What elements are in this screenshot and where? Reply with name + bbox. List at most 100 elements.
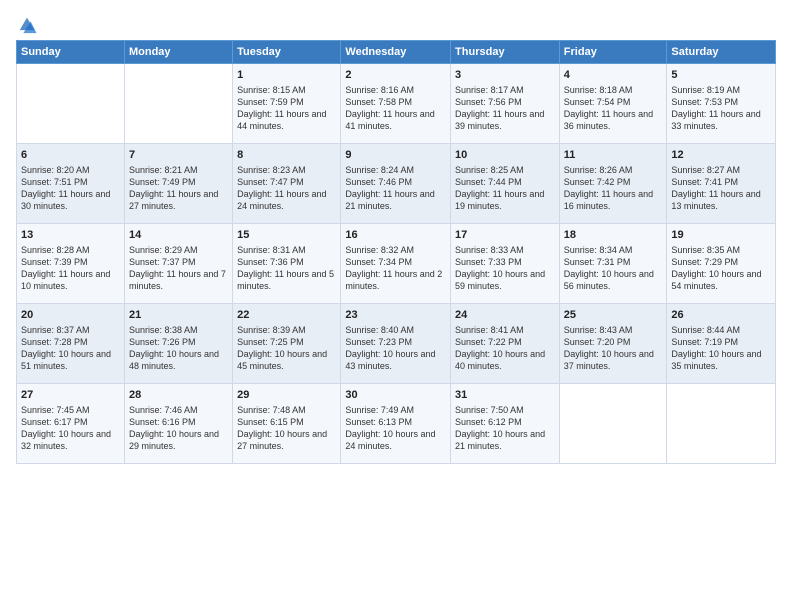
calendar-cell: 12 Sunrise: 8:27 AMSunset: 7:41 PMDayligh… (667, 144, 776, 224)
calendar-cell: 11 Sunrise: 8:26 AMSunset: 7:42 PMDayligh… (559, 144, 667, 224)
calendar-cell: 7Sunrise: 8:21 AMSunset: 7:49 PMDaylight… (124, 144, 232, 224)
week-row-2: 6 Sunrise: 8:20 AMSunset: 7:51 PMDaylight… (17, 144, 776, 224)
day-content: Sunrise: 8:40 AMSunset: 7:23 PMDaylight:… (345, 325, 435, 371)
calendar-cell: 9 Sunrise: 8:24 AMSunset: 7:46 PMDaylight… (341, 144, 451, 224)
calendar-cell: 20 Sunrise: 8:37 AMSunset: 7:28 PMDayligh… (17, 304, 125, 384)
day-content: Sunrise: 8:34 AMSunset: 7:31 PMDaylight:… (564, 245, 654, 291)
day-content: Sunrise: 8:27 AMSunset: 7:41 PMDaylight:… (671, 165, 760, 211)
calendar-cell: 10 Sunrise: 8:25 AMSunset: 7:44 PMDayligh… (451, 144, 560, 224)
day-content: Sunrise: 7:45 AMSunset: 6:17 PMDaylight:… (21, 405, 111, 451)
day-content: Sunrise: 7:49 AMSunset: 6:13 PMDaylight:… (345, 405, 435, 451)
day-content: Sunrise: 8:19 AMSunset: 7:53 PMDaylight:… (671, 85, 760, 131)
day-number: 12 (671, 148, 771, 163)
calendar-table: SundayMondayTuesdayWednesdayThursdayFrid… (16, 40, 776, 464)
calendar-cell: 1 Sunrise: 8:15 AMSunset: 7:59 PMDaylight… (233, 64, 341, 144)
day-content: Sunrise: 8:26 AMSunset: 7:42 PMDaylight:… (564, 165, 653, 211)
day-content: Sunrise: 8:16 AMSunset: 7:58 PMDaylight:… (345, 85, 434, 131)
calendar-cell: 25Sunrise: 8:43 AMSunset: 7:20 PMDayligh… (559, 304, 667, 384)
day-number: 22 (237, 308, 336, 323)
day-number: 15 (237, 228, 336, 243)
day-number: 8 (237, 148, 336, 163)
day-number: 9 (345, 148, 446, 163)
day-content: Sunrise: 8:32 AMSunset: 7:34 PMDaylight:… (345, 245, 442, 291)
calendar-cell: 17Sunrise: 8:33 AMSunset: 7:33 PMDayligh… (451, 224, 560, 304)
day-number: 13 (21, 228, 120, 243)
calendar-cell: 26 Sunrise: 8:44 AMSunset: 7:19 PMDayligh… (667, 304, 776, 384)
calendar-cell: 4 Sunrise: 8:18 AMSunset: 7:54 PMDaylight… (559, 64, 667, 144)
day-number: 26 (671, 308, 771, 323)
calendar-cell: 22Sunrise: 8:39 AMSunset: 7:25 PMDayligh… (233, 304, 341, 384)
day-content: Sunrise: 8:29 AMSunset: 7:37 PMDaylight:… (129, 245, 226, 291)
calendar-cell: 18 Sunrise: 8:34 AMSunset: 7:31 PMDayligh… (559, 224, 667, 304)
day-number: 5 (671, 68, 771, 83)
calendar-cell: 31 Sunrise: 7:50 AMSunset: 6:12 PMDayligh… (451, 384, 560, 464)
week-row-5: 27 Sunrise: 7:45 AMSunset: 6:17 PMDayligh… (17, 384, 776, 464)
day-number: 1 (237, 68, 336, 83)
day-content: Sunrise: 8:24 AMSunset: 7:46 PMDaylight:… (345, 165, 434, 211)
weekday-header-saturday: Saturday (667, 41, 776, 64)
day-content: Sunrise: 8:18 AMSunset: 7:54 PMDaylight:… (564, 85, 653, 131)
day-number: 25 (564, 308, 663, 323)
calendar-cell: 23 Sunrise: 8:40 AMSunset: 7:23 PMDayligh… (341, 304, 451, 384)
day-number: 14 (129, 228, 228, 243)
calendar-cell: 27 Sunrise: 7:45 AMSunset: 6:17 PMDayligh… (17, 384, 125, 464)
day-content: Sunrise: 8:38 AMSunset: 7:26 PMDaylight:… (129, 325, 219, 371)
calendar-cell (124, 64, 232, 144)
calendar-cell: 14 Sunrise: 8:29 AMSunset: 7:37 PMDayligh… (124, 224, 232, 304)
day-content: Sunrise: 8:23 AMSunset: 7:47 PMDaylight:… (237, 165, 326, 211)
day-number: 24 (455, 308, 555, 323)
calendar-cell: 15 Sunrise: 8:31 AMSunset: 7:36 PMDayligh… (233, 224, 341, 304)
calendar-cell: 8 Sunrise: 8:23 AMSunset: 7:47 PMDaylight… (233, 144, 341, 224)
logo-icon (16, 14, 38, 36)
day-content: Sunrise: 8:37 AMSunset: 7:28 PMDaylight:… (21, 325, 111, 371)
day-content: Sunrise: 8:15 AMSunset: 7:59 PMDaylight:… (237, 85, 326, 131)
day-number: 6 (21, 148, 120, 163)
calendar-cell: 28 Sunrise: 7:46 AMSunset: 6:16 PMDayligh… (124, 384, 232, 464)
day-number: 18 (564, 228, 663, 243)
weekday-header-wednesday: Wednesday (341, 41, 451, 64)
calendar-cell (17, 64, 125, 144)
day-content: Sunrise: 7:46 AMSunset: 6:16 PMDaylight:… (129, 405, 219, 451)
day-number: 30 (345, 388, 446, 403)
day-number: 29 (237, 388, 336, 403)
calendar-cell: 29 Sunrise: 7:48 AMSunset: 6:15 PMDayligh… (233, 384, 341, 464)
day-content: Sunrise: 8:41 AMSunset: 7:22 PMDaylight:… (455, 325, 545, 371)
calendar-cell: 2 Sunrise: 8:16 AMSunset: 7:58 PMDaylight… (341, 64, 451, 144)
day-number: 4 (564, 68, 663, 83)
calendar-cell: 13Sunrise: 8:28 AMSunset: 7:39 PMDayligh… (17, 224, 125, 304)
calendar-cell: 3 Sunrise: 8:17 AMSunset: 7:56 PMDaylight… (451, 64, 560, 144)
header (16, 10, 776, 36)
calendar-cell: 30 Sunrise: 7:49 AMSunset: 6:13 PMDayligh… (341, 384, 451, 464)
day-number: 2 (345, 68, 446, 83)
day-number: 7 (129, 148, 228, 163)
day-content: Sunrise: 7:48 AMSunset: 6:15 PMDaylight:… (237, 405, 327, 451)
day-content: Sunrise: 8:17 AMSunset: 7:56 PMDaylight:… (455, 85, 544, 131)
day-number: 19 (671, 228, 771, 243)
day-content: Sunrise: 7:50 AMSunset: 6:12 PMDaylight:… (455, 405, 545, 451)
day-content: Sunrise: 8:31 AMSunset: 7:36 PMDaylight:… (237, 245, 334, 291)
day-number: 11 (564, 148, 663, 163)
day-number: 20 (21, 308, 120, 323)
calendar-cell: 6 Sunrise: 8:20 AMSunset: 7:51 PMDaylight… (17, 144, 125, 224)
day-content: Sunrise: 8:44 AMSunset: 7:19 PMDaylight:… (671, 325, 761, 371)
calendar-cell: 5 Sunrise: 8:19 AMSunset: 7:53 PMDaylight… (667, 64, 776, 144)
weekday-header-tuesday: Tuesday (233, 41, 341, 64)
day-number: 27 (21, 388, 120, 403)
day-number: 28 (129, 388, 228, 403)
week-row-3: 13Sunrise: 8:28 AMSunset: 7:39 PMDayligh… (17, 224, 776, 304)
day-number: 31 (455, 388, 555, 403)
weekday-header-thursday: Thursday (451, 41, 560, 64)
weekday-header-friday: Friday (559, 41, 667, 64)
calendar-cell (667, 384, 776, 464)
day-content: Sunrise: 8:25 AMSunset: 7:44 PMDaylight:… (455, 165, 544, 211)
day-number: 23 (345, 308, 446, 323)
day-content: Sunrise: 8:20 AMSunset: 7:51 PMDaylight:… (21, 165, 110, 211)
day-number: 3 (455, 68, 555, 83)
calendar-cell: 24 Sunrise: 8:41 AMSunset: 7:22 PMDayligh… (451, 304, 560, 384)
weekday-header-row: SundayMondayTuesdayWednesdayThursdayFrid… (17, 41, 776, 64)
weekday-header-sunday: Sunday (17, 41, 125, 64)
week-row-4: 20 Sunrise: 8:37 AMSunset: 7:28 PMDayligh… (17, 304, 776, 384)
weekday-header-monday: Monday (124, 41, 232, 64)
page: SundayMondayTuesdayWednesdayThursdayFrid… (0, 0, 792, 612)
day-number: 10 (455, 148, 555, 163)
